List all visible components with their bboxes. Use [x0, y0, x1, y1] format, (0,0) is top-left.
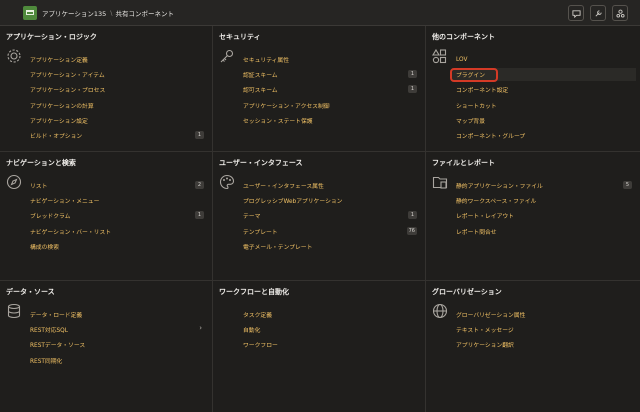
panel-title: 他のコンポーネント — [432, 33, 495, 41]
panel-files-reports: ファイルとレポート 静的アプリケーション・ファイル 5 静的ワークスペース・ファイ… — [426, 152, 640, 281]
panel-title: ユーザー・インタフェース — [219, 159, 303, 167]
breadcrumb-app[interactable]: アプリケーション135 — [42, 8, 106, 18]
panel-title: ナビゲーションと検索 — [6, 159, 76, 167]
list-item[interactable]: テキスト・メッセージ — [456, 322, 632, 337]
list-item[interactable]: アプリケーション・アイテム — [30, 67, 204, 82]
panel-globalization: グローバリゼーション グローバリゼーション属性 テキスト・メッセージ アプリケー… — [426, 281, 640, 412]
list-item[interactable]: アプリケーションの計算 — [30, 98, 204, 113]
panel-navigation-search: ナビゲーションと検索 リスト 2 ナビゲーション・メニュー ブレッドクラム 1 ナビ… — [0, 152, 213, 281]
panel-title: セキュリティ — [219, 33, 261, 41]
panel-other-components: 他のコンポーネント LOV プラグイン コンポーネント設定 ショートカット マッ… — [426, 26, 640, 152]
list-item[interactable]: レポート・レイアウト — [456, 208, 632, 223]
list-item[interactable]: コンポーネント・グループ — [456, 128, 632, 143]
list-item[interactable]: ワークフロー — [243, 337, 417, 352]
app-icon — [23, 5, 37, 20]
list-item[interactable]: テーマ 1 — [243, 208, 417, 223]
count-badge: 2 — [195, 181, 204, 189]
list-item[interactable]: テンプレート 76 — [243, 224, 417, 239]
panel-workflow-automation: ワークフローと自動化 タスク定義 自動化 ワークフロー — [213, 281, 426, 412]
list-item[interactable]: 構成の検索 — [30, 239, 204, 254]
list-item[interactable]: RESTデータ・ソース — [30, 337, 204, 352]
list-item[interactable]: セキュリティ属性 — [243, 52, 417, 67]
panel-title: グローバリゼーション — [432, 288, 502, 296]
list-item[interactable]: 電子メール・テンプレート — [243, 239, 417, 254]
list-item[interactable]: タスク定義 — [243, 307, 417, 322]
count-badge: 1 — [195, 130, 204, 139]
list-item[interactable]: リスト 2 — [30, 178, 204, 193]
database-icon — [7, 303, 21, 319]
panel-data-sources: データ・ソース データ・ロード定義 REST対応SQL › RESTデータ・ソース… — [0, 281, 213, 412]
list-item[interactable]: セッション・ステート保護 — [243, 113, 417, 128]
count-badge: 5 — [623, 181, 632, 189]
count-badge: 1 — [408, 70, 417, 79]
panel-application-logic: アプリケーション・ロジック アプリケーション定義 アプリケーション・アイテム ア… — [0, 26, 213, 152]
folder-icon — [432, 176, 448, 189]
panel-title: ワークフローと自動化 — [219, 288, 289, 296]
list-item[interactable]: 静的ワークスペース・ファイル — [456, 193, 632, 208]
panel-title: データ・ソース — [6, 288, 55, 296]
list-item[interactable]: REST対応SQL › — [30, 322, 204, 337]
list-item[interactable]: ナビゲーション・バー・リスト — [30, 224, 204, 239]
breadcrumb-separator: \ — [110, 8, 113, 17]
list-item[interactable]: レポート問合せ — [456, 224, 632, 239]
list-item[interactable]: ユーザー・インタフェース属性 — [243, 178, 417, 193]
panel-security: セキュリティ セキュリティ属性 認証スキーム 1 認可スキーム 1 アプリケーション… — [213, 26, 426, 152]
count-badge: 1 — [408, 211, 417, 220]
shapes-icon[interactable] — [612, 5, 628, 21]
list-item[interactable]: 自動化 — [243, 322, 417, 337]
list-item[interactable]: REST同期化 — [30, 353, 204, 368]
list-item[interactable]: 静的アプリケーション・ファイル 5 — [456, 178, 632, 193]
list-item[interactable]: アプリケーション定義 — [30, 52, 204, 67]
panel-user-interface: ユーザー・インタフェース ユーザー・インタフェース属性 プログレッシブWebアプ… — [213, 152, 426, 281]
wrench-icon[interactable] — [590, 5, 606, 21]
list-item[interactable]: ナビゲーション・メニュー — [30, 193, 204, 208]
list-item[interactable]: アプリケーション・プロセス — [30, 82, 204, 97]
key-icon — [220, 49, 234, 63]
gear-icon — [7, 49, 21, 63]
list-item[interactable]: ビルド・オプション 1 — [30, 128, 204, 143]
shapes-icon — [432, 48, 447, 64]
panel-title: アプリケーション・ロジック — [6, 33, 97, 41]
compass-icon — [6, 174, 22, 190]
list-item-plugins[interactable]: プラグイン — [450, 67, 636, 83]
count-badge: 1 — [195, 211, 204, 220]
comment-icon[interactable] — [568, 5, 584, 21]
panel-title: ファイルとレポート — [432, 159, 495, 167]
globe-icon — [432, 303, 448, 319]
list-item[interactable]: LOV — [456, 52, 632, 67]
palette-icon — [219, 174, 235, 190]
list-item[interactable]: 認証スキーム 1 — [243, 67, 417, 82]
list-item[interactable]: プログレッシブWebアプリケーション — [243, 193, 417, 208]
count-badge: 76 — [406, 226, 417, 235]
breadcrumb-current-page: 共有コンポーネント — [115, 9, 174, 18]
list-item[interactable]: アプリケーション設定 — [30, 113, 204, 128]
list-item[interactable]: 認可スキーム 1 — [243, 82, 417, 97]
list-item[interactable]: ショートカット — [456, 98, 632, 113]
chevron-right-icon[interactable]: › — [199, 324, 202, 332]
top-bar: アプリケーション135 \ 共有コンポーネント — [0, 0, 640, 26]
list-item[interactable]: マップ背景 — [456, 113, 632, 128]
list-item[interactable]: グローバリゼーション属性 — [456, 307, 632, 322]
list-item[interactable]: データ・ロード定義 — [30, 307, 204, 322]
list-item[interactable]: アプリケーション翻訳 — [456, 337, 632, 352]
list-item[interactable]: アプリケーション・アクセス制御 — [243, 98, 417, 113]
list-item[interactable]: コンポーネント設定 — [456, 82, 632, 97]
component-grid: アプリケーション・ロジック アプリケーション定義 アプリケーション・アイテム ア… — [0, 26, 640, 412]
count-badge: 1 — [408, 85, 417, 94]
list-item[interactable]: ブレッドクラム 1 — [30, 208, 204, 223]
